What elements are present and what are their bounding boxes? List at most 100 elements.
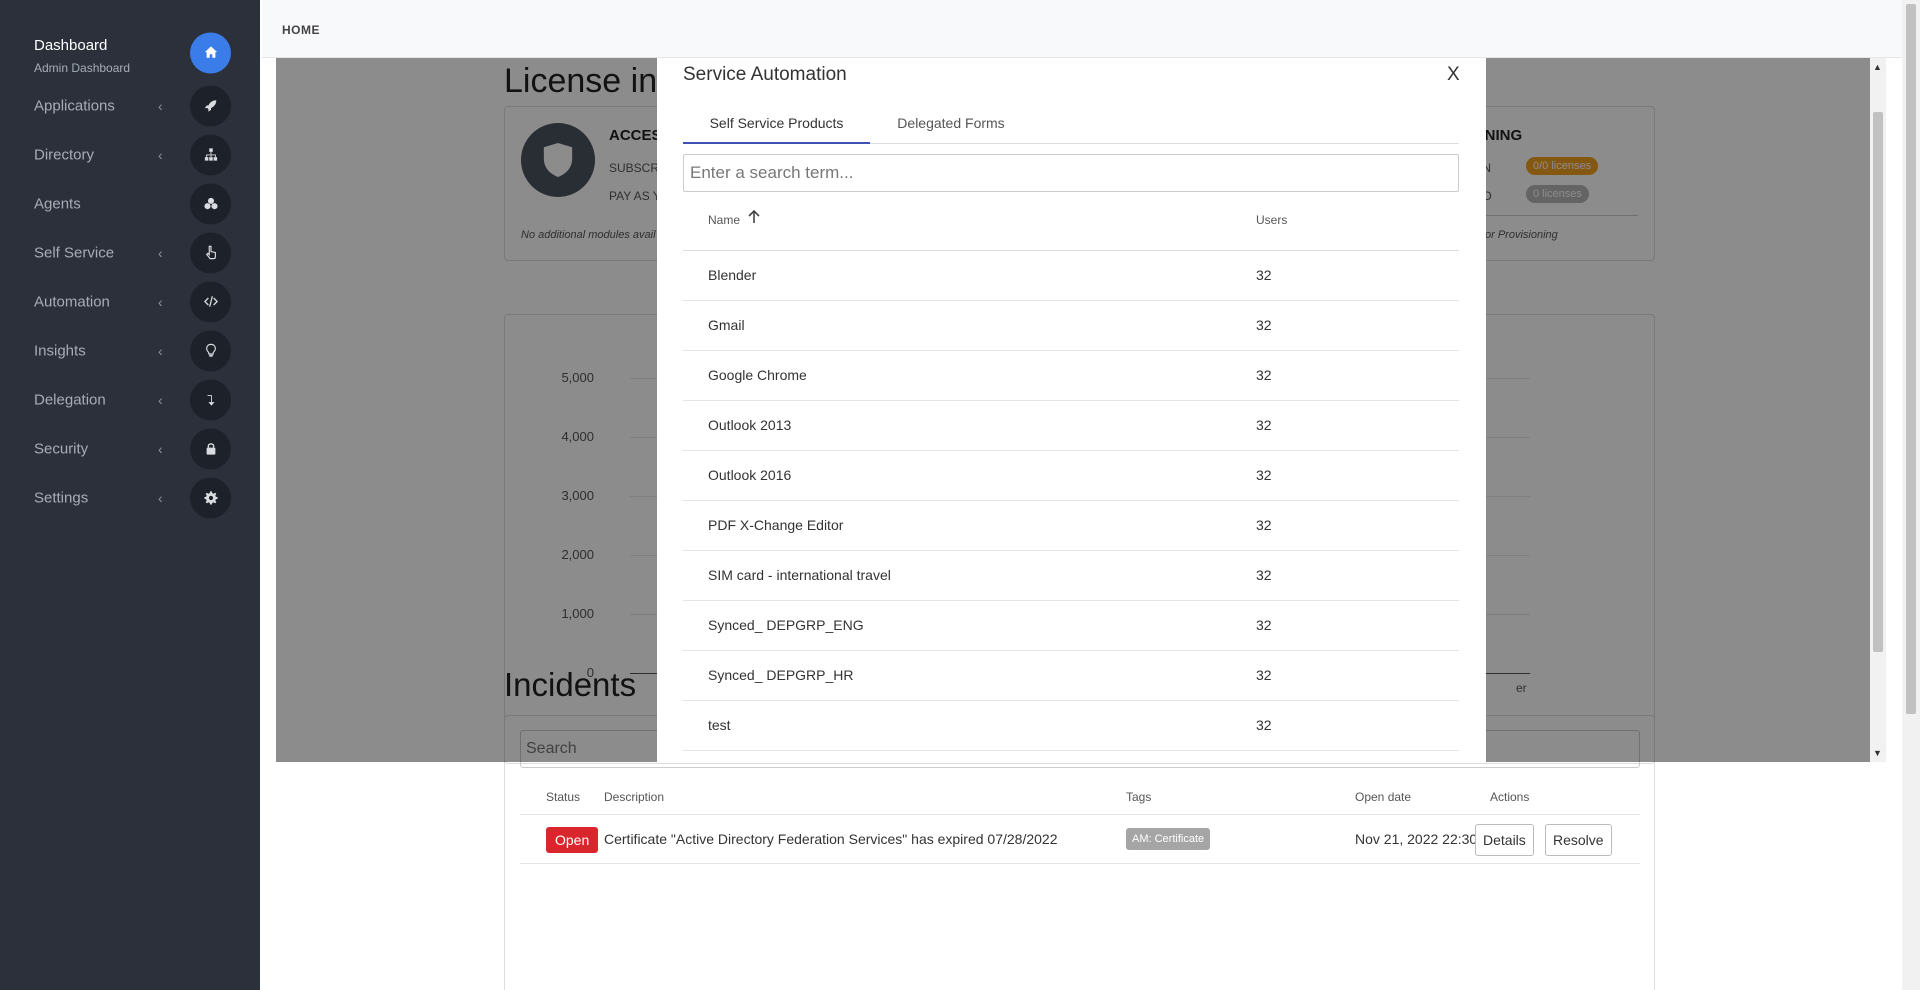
chevron-left-icon: ‹ <box>158 244 163 261</box>
sort-ascending-icon[interactable] <box>747 209 761 225</box>
delegation-arrow-icon[interactable] <box>190 379 231 420</box>
table-row[interactable]: Outlook 2016 32 <box>683 451 1459 501</box>
sidebar-item-directory[interactable]: Directory ‹ <box>0 130 260 179</box>
table-row[interactable]: SIM card - international travel 32 <box>683 551 1459 601</box>
scrollbar-thumb[interactable] <box>1906 4 1916 714</box>
tab-self-service-products[interactable]: Self Service Products <box>683 102 870 144</box>
sidebar-item-label: Security <box>34 440 89 457</box>
sidebar-item-agents[interactable]: Agents <box>0 179 260 228</box>
table-row[interactable]: Blender 32 <box>683 251 1459 301</box>
chevron-left-icon: ‹ <box>158 440 163 457</box>
sidebar: Dashboard Admin Dashboard Applications ‹… <box>0 0 260 990</box>
chevron-left-icon: ‹ <box>158 97 163 114</box>
chevron-left-icon: ‹ <box>158 342 163 359</box>
product-name: Synced_ DEPGRP_HR <box>708 667 854 683</box>
sidebar-item-insights[interactable]: Insights ‹ <box>0 326 260 375</box>
table-row[interactable]: Gmail 32 <box>683 301 1459 351</box>
incident-description: Certificate "Active Directory Federation… <box>604 831 1058 847</box>
modal-tabs: Self Service Products Delegated Forms <box>683 102 1459 144</box>
table-row[interactable]: Outlook 2013 32 <box>683 401 1459 451</box>
incidents-col-description[interactable]: Description <box>604 790 664 804</box>
close-button[interactable]: X <box>1447 64 1460 86</box>
sidebar-item-settings[interactable]: Settings ‹ <box>0 473 260 522</box>
sidebar-item-label: Insights <box>34 342 86 359</box>
chevron-left-icon: ‹ <box>158 489 163 506</box>
table-row[interactable]: PDF X-Change Editor 32 <box>683 501 1459 551</box>
incident-open-date: Nov 21, 2022 22:30 <box>1355 831 1478 847</box>
page-scrollbar[interactable] <box>1902 0 1920 990</box>
search-input[interactable]: Enter a search term... <box>683 154 1459 192</box>
rocket-icon[interactable] <box>190 85 231 126</box>
status-badge: Open <box>546 827 599 853</box>
product-users: 32 <box>1256 467 1272 483</box>
agents-icon[interactable] <box>190 183 231 224</box>
product-users: 32 <box>1256 517 1272 533</box>
sitemap-icon[interactable] <box>190 134 231 175</box>
product-name: Google Chrome <box>708 367 807 383</box>
chevron-left-icon: ‹ <box>158 293 163 310</box>
modal-title: Service Automation <box>683 64 847 85</box>
table-row[interactable]: Synced_ DEPGRP_HR 32 <box>683 651 1459 701</box>
column-header-name[interactable]: Name <box>708 213 740 227</box>
sidebar-item-label: Automation <box>34 293 110 310</box>
product-users: 32 <box>1256 417 1272 433</box>
product-name: PDF X-Change Editor <box>708 517 844 533</box>
sidebar-item-self-service[interactable]: Self Service ‹ <box>0 228 260 277</box>
product-users: 32 <box>1256 317 1272 333</box>
service-automation-modal: Service Automation X Self Service Produc… <box>657 58 1486 762</box>
product-users: 32 <box>1256 567 1272 583</box>
product-name: SIM card - international travel <box>708 567 891 583</box>
product-users: 32 <box>1256 717 1272 733</box>
product-name: Synced_ DEPGRP_ENG <box>708 617 864 633</box>
breadcrumb[interactable]: HOME <box>282 23 320 37</box>
modal-scrollbar[interactable]: ▲ ▼ <box>1870 58 1886 762</box>
code-icon[interactable] <box>190 281 231 322</box>
product-users: 32 <box>1256 617 1272 633</box>
tag-badge: AM: Certificate <box>1126 828 1211 850</box>
sidebar-item-security[interactable]: Security ‹ <box>0 424 260 473</box>
lightbulb-icon[interactable] <box>190 330 231 371</box>
product-users: 32 <box>1256 667 1272 683</box>
chevron-left-icon: ‹ <box>158 146 163 163</box>
product-name: test <box>708 717 731 733</box>
sidebar-item-delegation[interactable]: Delegation ‹ <box>0 375 260 424</box>
sidebar-item-applications[interactable]: Applications ‹ <box>0 81 260 130</box>
product-name: Outlook 2013 <box>708 417 792 433</box>
product-users: 32 <box>1256 267 1272 283</box>
top-header: HOME <box>262 0 1920 58</box>
gear-icon[interactable] <box>190 477 231 518</box>
sidebar-dashboard-subtitle: Admin Dashboard <box>34 61 131 75</box>
details-button[interactable]: Details <box>1475 824 1534 856</box>
sidebar-item-automation[interactable]: Automation ‹ <box>0 277 260 326</box>
incidents-col-open-date[interactable]: Open date <box>1355 790 1411 804</box>
table-row: Open Certificate "Active Directory Feder… <box>520 814 1640 864</box>
table-row[interactable]: test 32 <box>683 701 1459 751</box>
home-icon[interactable] <box>190 32 231 73</box>
column-header-users[interactable]: Users <box>1256 213 1287 227</box>
sidebar-item-label: Directory <box>34 146 95 163</box>
sidebar-item-dashboard[interactable]: Dashboard Admin Dashboard <box>0 28 260 77</box>
chevron-left-icon: ‹ <box>158 391 163 408</box>
hand-pointer-icon[interactable] <box>190 232 231 273</box>
scroll-up-arrow-icon[interactable]: ▲ <box>1873 62 1882 72</box>
sidebar-item-label: Applications <box>34 97 115 114</box>
resolve-button[interactable]: Resolve <box>1545 824 1612 856</box>
scrollbar-thumb[interactable] <box>1873 112 1883 652</box>
product-name: Blender <box>708 267 757 283</box>
product-name: Gmail <box>708 317 745 333</box>
table-row[interactable]: Synced_ DEPGRP_ENG 32 <box>683 601 1459 651</box>
sidebar-item-label: Agents <box>34 195 81 212</box>
incidents-col-status[interactable]: Status <box>546 790 580 804</box>
incidents-col-tags[interactable]: Tags <box>1126 790 1151 804</box>
product-users: 32 <box>1256 367 1272 383</box>
tab-delegated-forms[interactable]: Delegated Forms <box>870 102 1032 144</box>
sidebar-item-label: Delegation <box>34 391 106 408</box>
product-name: Outlook 2016 <box>708 467 792 483</box>
table-row[interactable]: Google Chrome 32 <box>683 351 1459 401</box>
sidebar-dashboard-title: Dashboard <box>34 37 108 54</box>
sidebar-item-label: Self Service <box>34 244 115 261</box>
lock-icon[interactable] <box>190 428 231 469</box>
incidents-col-actions: Actions <box>1490 790 1530 804</box>
scroll-down-arrow-icon[interactable]: ▼ <box>1873 748 1882 758</box>
sidebar-item-label: Settings <box>34 489 89 506</box>
